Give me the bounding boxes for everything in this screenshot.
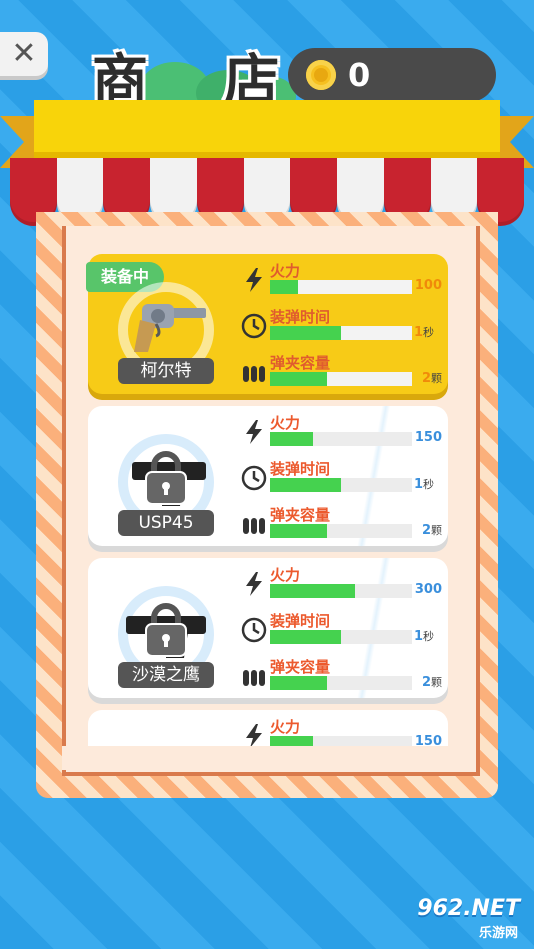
firepower-bar-fill [270, 736, 313, 746]
magazine-number: 2 [421, 371, 431, 386]
reload-number: 1 [414, 325, 424, 340]
reload-unit: 秒 [423, 630, 435, 643]
weapon-card[interactable]: 火力 150 [88, 710, 448, 746]
weapon-name: 沙漠之鹰 [118, 662, 214, 688]
reload-unit: 秒 [423, 478, 435, 491]
stat-label-firepower: 火力 [270, 262, 301, 280]
firepower-value: 300 [414, 582, 442, 597]
magazine-number: 2 [421, 675, 431, 690]
stat-label-magazine: 弹夹容量 [270, 354, 331, 372]
stat-label-magazine: 弹夹容量 [270, 506, 331, 524]
watermark-subtitle: 乐游网 [478, 926, 518, 941]
clock-icon [241, 617, 267, 643]
firepower-bar [270, 736, 412, 746]
bullets-icon [243, 670, 265, 686]
magazine-value: 2颗 [422, 522, 442, 538]
reload-bar-fill [270, 326, 341, 340]
weapon-card[interactable]: 沙漠之鹰 火力 300 装弹时间 1秒 弹夹容量 2颗 [88, 558, 448, 698]
lightning-icon [246, 420, 262, 444]
magazine-unit: 颗 [431, 676, 442, 689]
weapon-card[interactable]: USP45 火力 150 装弹时间 1秒 弹夹容量 2颗 [88, 406, 448, 546]
reload-number: 1 [414, 629, 424, 644]
magazine-number: 2 [421, 523, 431, 538]
firepower-bar-fill [270, 584, 356, 598]
firepower-value: 100 [414, 278, 442, 293]
revolver-icon [134, 304, 206, 352]
magazine-bar-fill [270, 676, 327, 690]
list-bottom-edge [62, 746, 476, 770]
firepower-bar [270, 432, 412, 446]
reload-bar [270, 478, 412, 492]
lock-icon [145, 603, 187, 657]
firepower-bar [270, 584, 412, 598]
firepower-bar-fill [270, 280, 299, 294]
coin-icon [306, 60, 336, 90]
magazine-unit: 颗 [431, 524, 442, 537]
stat-label-magazine: 弹夹容量 [270, 658, 331, 676]
reload-unit: 秒 [423, 326, 435, 339]
shop-banner [34, 100, 500, 158]
magazine-unit: 颗 [431, 372, 442, 385]
weapon-card[interactable]: 装备中 柯尔特 火力 100 装弹时间 1秒 弹夹容量 2颗 [86, 254, 448, 394]
stat-label-firepower: 火力 [270, 718, 301, 736]
bullets-icon [243, 366, 265, 382]
reload-bar-fill [270, 630, 341, 644]
stat-label-firepower: 火力 [270, 414, 301, 432]
firepower-value: 150 [414, 734, 442, 746]
stat-label-firepower: 火力 [270, 566, 301, 584]
clock-icon [241, 465, 267, 491]
reload-value: 1秒 [414, 628, 434, 644]
stat-label-reload: 装弹时间 [270, 612, 331, 630]
lightning-icon [246, 572, 262, 596]
reload-bar-fill [270, 478, 341, 492]
stat-label-reload: 装弹时间 [270, 308, 331, 326]
reload-value: 1秒 [414, 324, 434, 340]
magazine-bar [270, 676, 412, 690]
close-icon[interactable]: ✕ [11, 39, 36, 69]
reload-bar [270, 326, 412, 340]
magazine-bar-fill [270, 524, 327, 538]
reload-bar [270, 630, 412, 644]
lightning-icon [246, 268, 262, 292]
coin-counter: 0 [288, 48, 496, 102]
firepower-bar [270, 280, 412, 294]
firepower-value: 150 [414, 430, 442, 445]
lock-icon [145, 451, 187, 505]
lightning-icon [246, 724, 262, 746]
reload-value: 1秒 [414, 476, 434, 492]
magazine-bar-fill [270, 372, 327, 386]
firepower-bar-fill [270, 432, 313, 446]
close-button[interactable]: ✕ [0, 32, 48, 76]
clock-icon [241, 313, 267, 339]
reload-number: 1 [414, 477, 424, 492]
weapon-name: USP45 [118, 510, 214, 536]
weapon-name: 柯尔特 [118, 358, 214, 384]
bullets-icon [243, 518, 265, 534]
magazine-value: 2颗 [422, 370, 442, 386]
magazine-bar [270, 372, 412, 386]
stat-label-reload: 装弹时间 [270, 460, 331, 478]
magazine-value: 2颗 [422, 674, 442, 690]
watermark-logo: 962.NET [417, 896, 520, 921]
coin-count: 0 [348, 56, 371, 94]
magazine-bar [270, 524, 412, 538]
